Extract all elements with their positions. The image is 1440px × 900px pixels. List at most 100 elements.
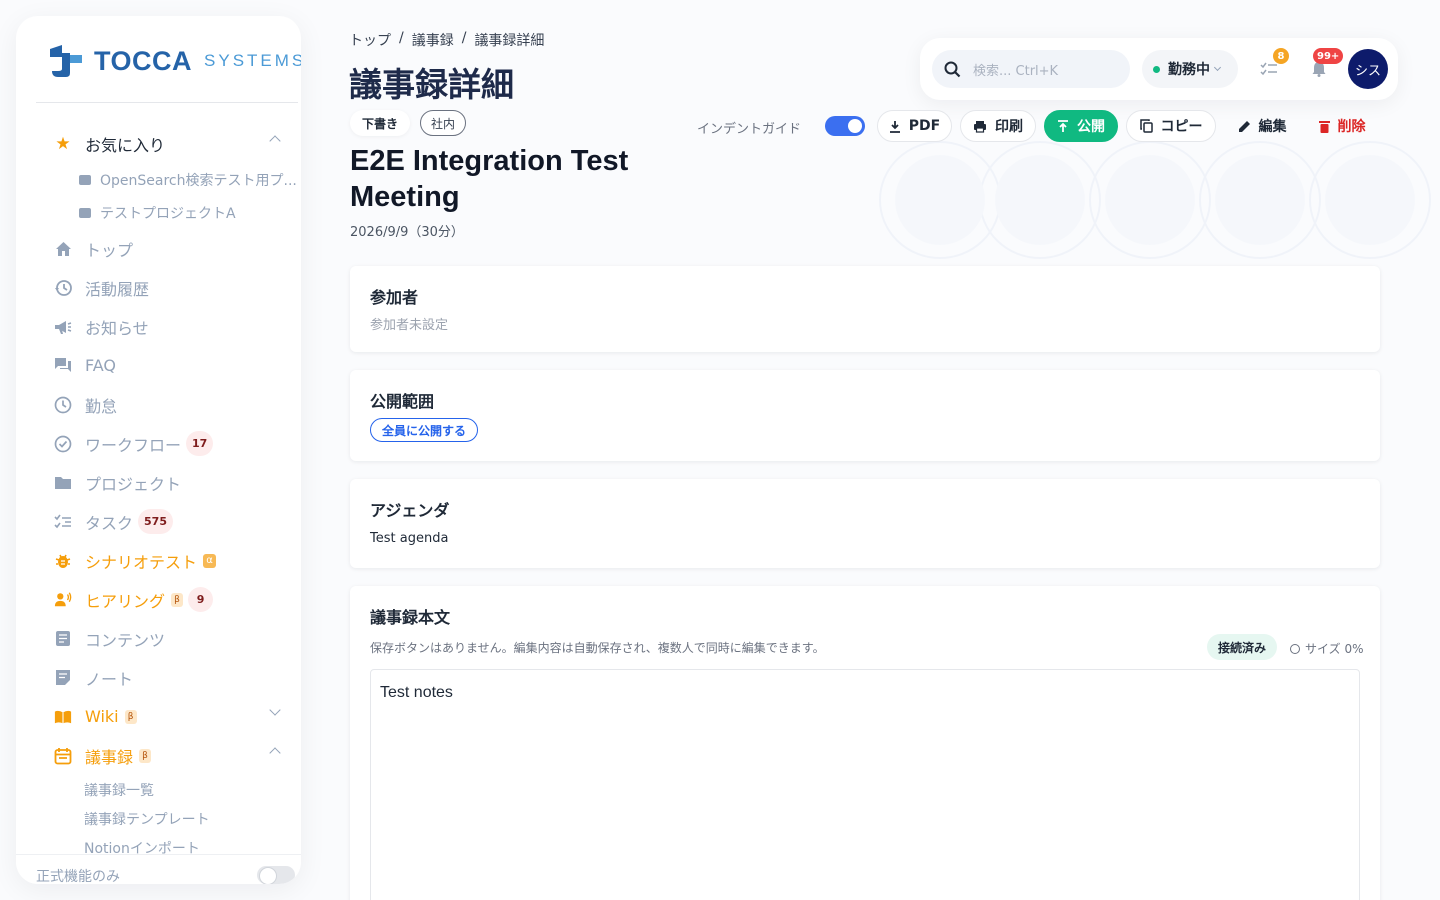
tasklist-icon [1260,62,1277,76]
sidebar-item-news[interactable]: お知らせ [16,307,301,346]
status-dot [1153,65,1160,73]
meeting-date: 2026/9/9（30分） [350,225,464,240]
sidebar-item-top[interactable]: トップ [16,229,301,268]
sidebar-item-label: プロジェクト [85,474,182,494]
notes-editor[interactable]: Test notes [370,669,1360,900]
notes-title: 議事録本文 [370,608,451,627]
beta-tag: β [171,592,184,607]
sidebar-item-notes[interactable]: ノート [16,658,301,697]
sidebar-item-label: ノート [85,669,134,689]
sidebar-item-label: タスク [85,513,134,533]
delete-label: 削除 [1337,119,1366,135]
printer-icon [974,120,986,133]
sidebar-item-wiki[interactable]: Wiki β [16,697,301,736]
sidebar-item-label: お知らせ [85,318,149,338]
sidebar-item-tasks[interactable]: タスク 575 [16,502,301,541]
chevron-up-icon[interactable] [269,747,281,759]
visibility-title: 公開範囲 [370,392,435,411]
work-status-dropdown[interactable]: 勤務中 [1142,50,1238,88]
sidebar-item-hearing[interactable]: ヒアリング β 9 [16,580,301,619]
pdf-button[interactable]: PDF [877,110,952,142]
meeting-title: E2E Integration Test Meeting [350,145,629,213]
sidebar-item-history[interactable]: 活動履歴 [16,268,301,307]
sidebar-item-label: コンテンツ [85,630,166,650]
background-decoration [879,141,1431,259]
upload-icon [1058,119,1068,132]
divider [36,102,298,103]
sidebar-subitem-minutes-list[interactable]: 議事録一覧 [16,775,301,804]
visibility-chip: 全員に公開する [370,418,479,442]
task-count-badge: 8 [1273,48,1289,64]
sidebar-item-label: 活動履歴 [85,279,150,299]
progress-ring-icon [1290,643,1300,654]
sidebar-item-label: ワークフロー [85,435,182,455]
indent-guide-toggle[interactable] [825,116,865,136]
edit-label: 編集 [1258,119,1287,135]
visibility-card: 公開範囲 全員に公開する [350,370,1380,461]
sidebar-subitem-minutes-template[interactable]: 議事録テンプレート [16,804,301,833]
sidebar-item-scenario-test[interactable]: シナリオテスト α [16,541,301,580]
agenda-card: アジェンダ Test agenda [350,479,1380,568]
logo-subtext: SYSTEMS [204,51,301,70]
sidebar-item-minutes[interactable]: 議事録 β [16,736,301,775]
sidebar-item-contents[interactable]: コンテンツ [16,619,301,658]
sidebar-item-workflow[interactable]: ワークフロー 17 [16,424,301,463]
breadcrumb-current: 議事録詳細 [474,33,545,49]
official-only-toggle[interactable] [257,866,295,884]
calendar-icon [54,747,72,765]
copy-button[interactable]: コピー [1126,110,1216,142]
chevron-down-icon[interactable] [269,704,281,716]
favorite-item[interactable]: テストプロジェクトA [16,196,301,229]
favorite-label: OpenSearch検索テスト用プ... [100,172,297,189]
sidebar-item-faq[interactable]: FAQ [16,346,301,385]
chevron-up-icon[interactable] [269,135,281,147]
size-indicator: サイズ 0% [1290,640,1364,657]
search-placeholder: 検索... Ctrl+K [973,63,1059,79]
print-button[interactable]: 印刷 [960,110,1036,142]
sidebar-item-label: シナリオテスト [85,552,198,572]
sidebar-item-attendance[interactable]: 勤怠 [16,385,301,424]
count-badge: 575 [138,509,173,534]
edit-button[interactable]: 編集 [1226,110,1298,142]
sidebar-item-favorites[interactable]: ★ お気に入り [16,124,301,163]
folder-icon [54,474,72,492]
publish-button[interactable]: 公開 [1044,110,1118,142]
notes-content[interactable]: Test notes [380,684,453,702]
clock-icon [54,396,72,414]
topbar: 検索... Ctrl+K 勤務中 8 99+ シス [920,38,1398,100]
sidebar-item-label: お気に入り [85,135,166,155]
participants-empty: 参加者未設定 [370,318,449,333]
favorite-item[interactable]: OpenSearch検索テスト用プ... [16,163,301,196]
sidebar: TOCCA SYSTEMS ★ お気に入り OpenSearch検索テスト用プ.… [16,16,301,884]
status-label: 勤務中 [1168,62,1210,78]
sidebar-item-label: ヒアリング [85,591,166,611]
tasklist-icon [54,513,72,531]
breadcrumb-minutes[interactable]: 議事録 [412,30,454,50]
star-icon: ★ [55,133,71,154]
sidebar-item-project[interactable]: プロジェクト [16,463,301,502]
copy-icon [1139,119,1153,133]
sidebar-item-label: 勤怠 [85,396,118,416]
participants-card: 参加者 参加者未設定 [350,266,1380,352]
agenda-title: アジェンダ [370,501,450,520]
search-icon [944,61,961,77]
sidebar-item-label: トップ [85,240,134,260]
book-icon [54,708,72,726]
notification-count-badge: 99+ [1313,48,1344,64]
favorite-label: テストプロジェクトA [100,205,236,222]
breadcrumb-top[interactable]: トップ [349,30,391,50]
history-icon [54,279,72,297]
breadcrumb-separator: / [461,30,467,46]
print-label: 印刷 [995,119,1023,135]
beta-tag: β [139,748,152,763]
avatar[interactable]: シス [1348,49,1388,89]
publish-label: 公開 [1077,119,1105,135]
logo[interactable]: TOCCA SYSTEMS [48,43,301,79]
size-label: サイズ 0% [1305,642,1364,656]
logo-text: TOCCA [94,45,193,76]
megaphone-icon [54,318,72,336]
search-input[interactable]: 検索... Ctrl+K [932,50,1130,88]
sidebar-item-label: Wiki [85,707,119,726]
count-badge: 17 [186,431,214,456]
delete-button[interactable]: 削除 [1306,110,1378,142]
